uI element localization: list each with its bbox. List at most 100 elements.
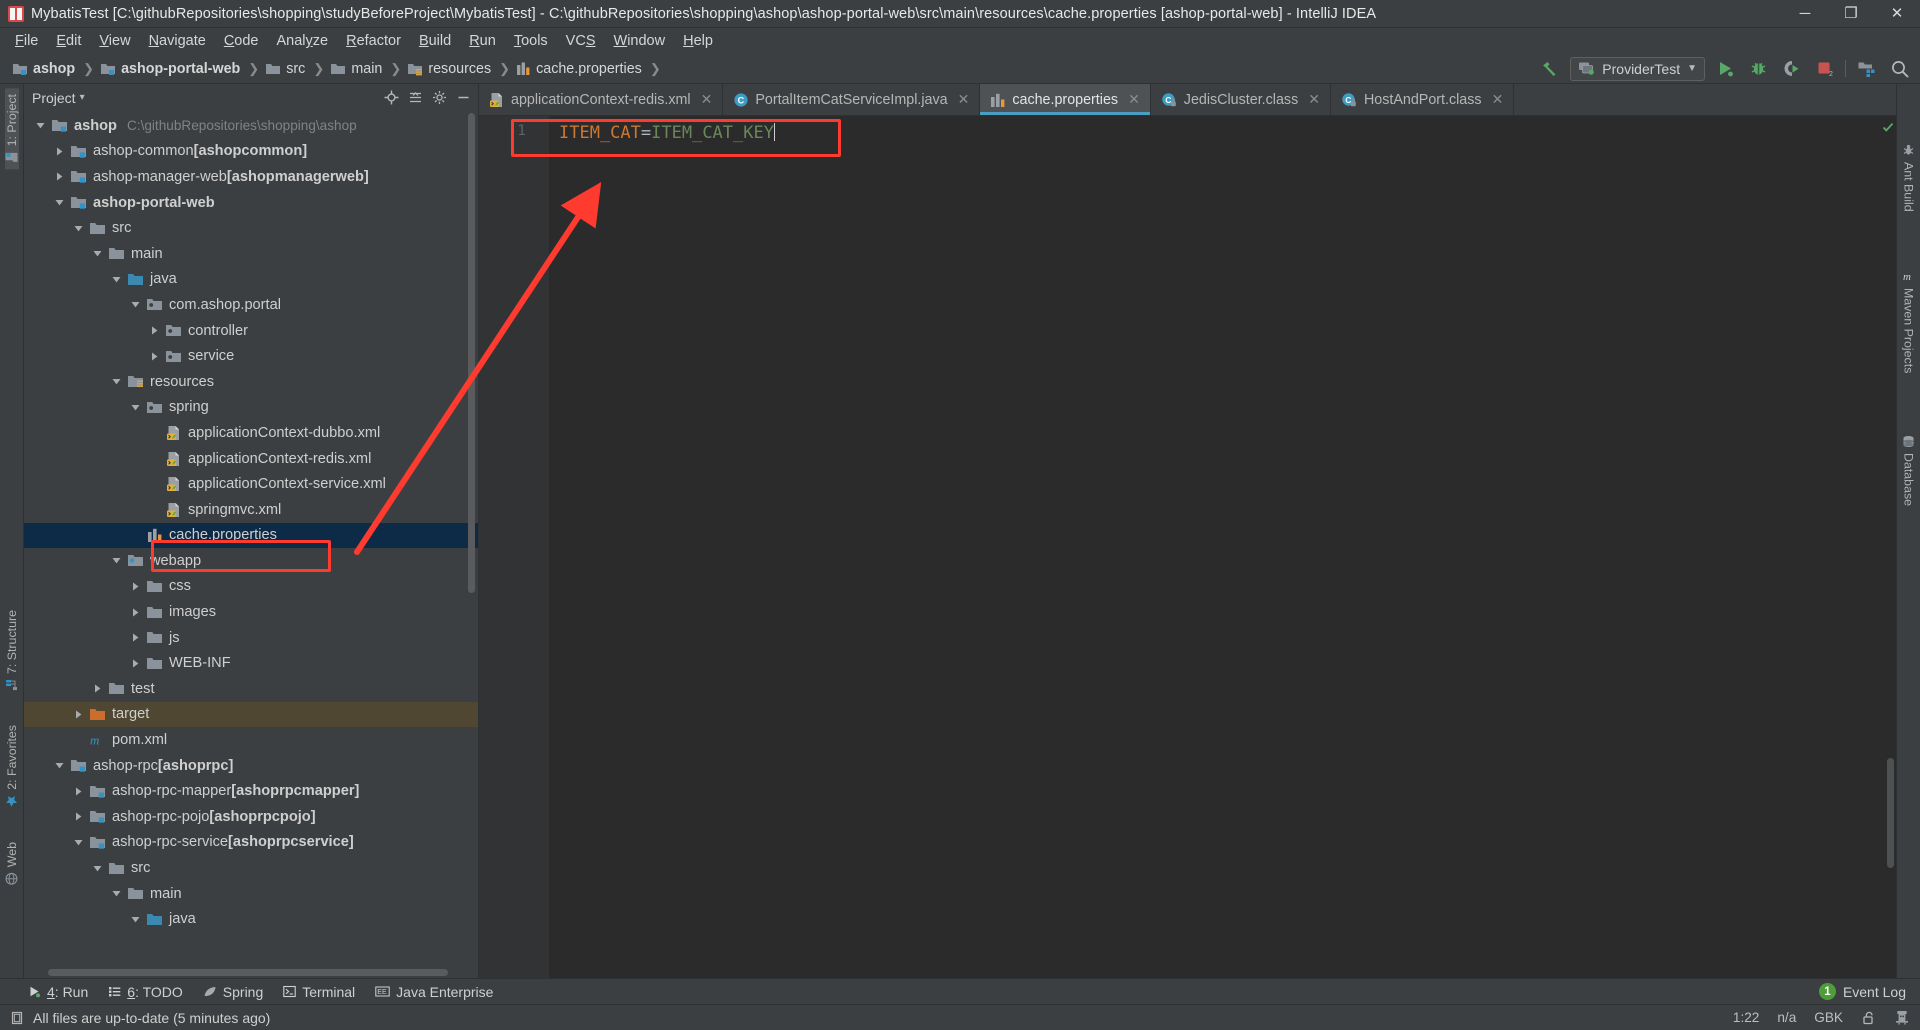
- tree-expand-arrow-down-icon[interactable]: [53, 196, 66, 209]
- tree-node[interactable]: ashop-manager-web [ashopmanagerweb]: [24, 164, 478, 190]
- tree-expand-arrow-right-icon[interactable]: [148, 350, 161, 363]
- line-separator[interactable]: n/a: [1777, 1010, 1796, 1025]
- unlock-icon[interactable]: [1861, 1010, 1876, 1025]
- editor-tab[interactable]: C PortalItemCatServiceImpl.java ✕: [723, 84, 981, 115]
- breadcrumb-resources[interactable]: resources ❯: [401, 54, 510, 84]
- sidebar-item-structure[interactable]: 7: Structure: [5, 604, 19, 697]
- tree-node[interactable]: service: [24, 343, 478, 369]
- breadcrumb-cache-properties[interactable]: cache.properties ❯: [510, 54, 661, 84]
- tree-expand-arrow-right-icon[interactable]: [129, 657, 142, 670]
- editor-tab[interactable]: cache.properties ✕: [980, 84, 1151, 115]
- tree-node[interactable]: applicationContext-service.xml: [24, 471, 478, 497]
- tree-expand-arrow-right-icon[interactable]: [72, 810, 85, 823]
- sidebar-item-project[interactable]: 1: Project: [4, 88, 19, 170]
- tree-node[interactable]: ashop-rpc [ashoprpc]: [24, 753, 478, 779]
- tree-expand-arrow-down-icon[interactable]: [110, 887, 123, 900]
- tree-expand-arrow-right-icon[interactable]: [72, 785, 85, 798]
- tree-expand-arrow-right-icon[interactable]: [91, 682, 104, 695]
- close-icon[interactable]: ✕: [1128, 91, 1140, 108]
- sidebar-item-maven-projects[interactable]: m Maven Projects: [1902, 264, 1916, 379]
- tree-expand-arrow-down-icon[interactable]: [129, 298, 142, 311]
- menu-help[interactable]: Help: [674, 31, 722, 51]
- tree-expand-arrow-down-icon[interactable]: [72, 836, 85, 849]
- menu-build[interactable]: Build: [410, 31, 460, 51]
- caret-position[interactable]: 1:22: [1733, 1010, 1759, 1025]
- sidebar-item-ant-build[interactable]: Ant Build: [1902, 138, 1916, 218]
- breadcrumb-ashop-portal-web[interactable]: ashop-portal-web ❯: [94, 54, 259, 84]
- tree-node[interactable]: src: [24, 855, 478, 881]
- toolwindow-java-enterprise[interactable]: EE Java Enterprise: [375, 984, 493, 1000]
- build-button[interactable]: [1537, 56, 1562, 81]
- tree-expand-arrow-down-icon[interactable]: [110, 375, 123, 388]
- file-encoding[interactable]: GBK: [1814, 1010, 1843, 1025]
- toolwindow-todo[interactable]: 6: TODO: [108, 984, 183, 1000]
- tree-node[interactable]: m pom.xml: [24, 727, 478, 753]
- search-everywhere-button[interactable]: [1887, 56, 1912, 81]
- hector-icon[interactable]: [1894, 1010, 1910, 1026]
- sidebar-item-favorites[interactable]: 2: Favorites: [5, 719, 19, 814]
- project-structure-button[interactable]: [1854, 56, 1879, 81]
- editor-content[interactable]: ITEM_CAT=ITEM_CAT_KEY: [549, 116, 1882, 978]
- close-icon[interactable]: ✕: [958, 91, 970, 108]
- tree-node[interactable]: ashop-rpc-pojo [ashoprpcpojo]: [24, 804, 478, 830]
- tree-expand-arrow-down-icon[interactable]: [129, 913, 142, 926]
- tree-expand-arrow-right-icon[interactable]: [129, 631, 142, 644]
- tree-node[interactable]: applicationContext-redis.xml: [24, 446, 478, 472]
- tree-node[interactable]: target: [24, 701, 478, 728]
- menu-view[interactable]: View: [90, 31, 139, 51]
- tree-node[interactable]: ashop-rpc-mapper [ashoprpcmapper]: [24, 778, 478, 804]
- tree-node[interactable]: ashop C:\githubRepositories\shopping\asho…: [24, 113, 478, 139]
- chevron-down-icon[interactable]: ▼: [1687, 63, 1697, 74]
- minimize-button[interactable]: ─: [1782, 0, 1828, 28]
- tree-node[interactable]: js: [24, 625, 478, 651]
- event-log-label[interactable]: Event Log: [1843, 984, 1906, 1000]
- collapse-all-button[interactable]: [404, 87, 426, 109]
- debug-button[interactable]: [1746, 56, 1771, 81]
- tree-node[interactable]: ashop-rpc-service [ashoprpcservice]: [24, 830, 478, 856]
- close-icon[interactable]: ✕: [1492, 91, 1504, 108]
- menu-edit[interactable]: Edit: [47, 31, 90, 51]
- tree-expand-arrow-down-icon[interactable]: [91, 862, 104, 875]
- toolwindow-terminal[interactable]: Terminal: [283, 984, 355, 1000]
- tree-expand-arrow-right-icon[interactable]: [148, 324, 161, 337]
- tree-expand-arrow-down-icon[interactable]: [72, 222, 85, 235]
- stop-button[interactable]: 2: [1812, 56, 1837, 81]
- tree-node[interactable]: springmvc.xml: [24, 497, 478, 523]
- menu-file[interactable]: FFileile: [6, 31, 47, 51]
- tree-node[interactable]: main: [24, 881, 478, 907]
- project-tree[interactable]: ashop C:\githubRepositories\shopping\asho…: [24, 111, 478, 978]
- breadcrumb-src[interactable]: src ❯: [259, 54, 324, 84]
- tree-node[interactable]: java: [24, 906, 478, 932]
- tree-expand-arrow-right-icon[interactable]: [129, 580, 142, 593]
- tree-expand-arrow-down-icon[interactable]: [34, 119, 47, 132]
- tree-vertical-scrollbar[interactable]: [468, 113, 475, 593]
- run-with-coverage-button[interactable]: [1779, 56, 1804, 81]
- menu-run[interactable]: Run: [460, 31, 505, 51]
- tree-expand-arrow-right-icon[interactable]: [53, 170, 66, 183]
- inspection-gutter[interactable]: [1882, 116, 1896, 978]
- tree-node[interactable]: main: [24, 241, 478, 267]
- tree-expand-arrow-down-icon[interactable]: [53, 759, 66, 772]
- tree-node[interactable]: spring: [24, 395, 478, 421]
- editor-tab[interactable]: applicationContext-redis.xml ✕: [479, 84, 724, 115]
- editor-tab[interactable]: C HostAndPort.class ✕: [1331, 84, 1515, 115]
- menu-navigate[interactable]: Navigate: [140, 31, 215, 51]
- chevron-down-icon[interactable]: ▾: [80, 92, 85, 103]
- tree-node[interactable]: webapp: [24, 548, 478, 574]
- tree-node[interactable]: ashop-portal-web: [24, 190, 478, 216]
- menu-refactor[interactable]: Refactor: [337, 31, 410, 51]
- locate-file-button[interactable]: [380, 87, 402, 109]
- tree-node[interactable]: css: [24, 574, 478, 600]
- menu-code[interactable]: Code: [215, 31, 268, 51]
- tree-node[interactable]: test: [24, 676, 478, 702]
- gear-icon[interactable]: [428, 87, 450, 109]
- menu-analyze[interactable]: Analyze: [268, 31, 338, 51]
- tree-node[interactable]: controller: [24, 318, 478, 344]
- tree-node[interactable]: applicationContext-dubbo.xml: [24, 420, 478, 446]
- run-button[interactable]: [1713, 56, 1738, 81]
- editor-tab[interactable]: C JedisCluster.class ✕: [1151, 84, 1331, 115]
- tree-node[interactable]: images: [24, 599, 478, 625]
- tree-expand-arrow-right-icon[interactable]: [129, 606, 142, 619]
- close-button[interactable]: ✕: [1874, 0, 1920, 28]
- maximize-button[interactable]: ❐: [1828, 0, 1874, 28]
